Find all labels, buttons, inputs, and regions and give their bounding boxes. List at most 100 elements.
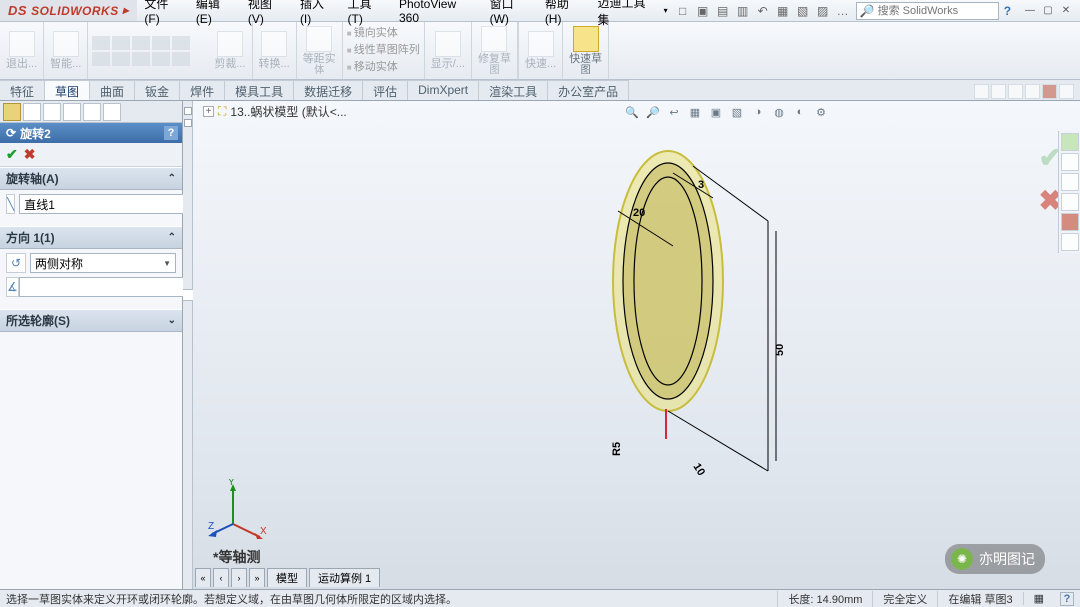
close-button[interactable]: ✕ [1058,4,1074,18]
polygon-icon[interactable] [92,52,110,66]
section-view-icon[interactable]: ▦ [686,103,704,121]
qat-more-icon[interactable]: … [834,2,852,20]
angle-input[interactable] [19,277,184,297]
arc-icon[interactable] [132,36,150,50]
view-orient-icon[interactable]: ▣ [707,103,725,121]
vp-close-icon[interactable] [1059,84,1074,99]
tab-scroll-prev[interactable]: ‹ [213,568,229,587]
vp-four-icon[interactable] [1025,84,1040,99]
tab-scroll-next[interactable]: › [231,568,247,587]
tab-office[interactable]: 办公室产品 [548,80,629,100]
pm-help-icon[interactable]: ? [164,126,178,140]
tp-view-palette-icon[interactable] [1061,193,1079,211]
qat-rebuild-icon[interactable]: ▧ [794,2,812,20]
linear-pattern[interactable]: 线性草图阵列 [347,41,420,57]
ellipse-tool-icon[interactable] [112,52,130,66]
tab-sheetmetal[interactable]: 钣金 [135,80,180,100]
zoom-area-icon[interactable]: 🔎 [644,103,662,121]
qat-new-icon[interactable]: □ [674,2,692,20]
qat-select-icon[interactable]: ▦ [774,2,792,20]
graphics-area[interactable]: + ⛶ 13..蜗状模型 (默认<... 🔍 🔎 ↩ ▦ ▣ ▧ ◑ ◍ ◐ ⚙… [193,101,1080,589]
logo-dropdown-icon[interactable]: ▶ [123,6,130,15]
fm-tab-display-icon[interactable] [83,103,101,121]
menu-overflow-icon[interactable]: ▾ [662,6,670,15]
tab-dimxpert[interactable]: DimXpert [408,80,479,100]
tab-model[interactable]: 模型 [267,568,307,587]
tab-sketch[interactable]: 草图 [45,80,90,100]
angle-icon[interactable]: ∡ [6,277,19,297]
qat-undo-icon[interactable]: ↶ [754,2,772,20]
text-icon[interactable] [172,52,190,66]
pm-section-axis-header[interactable]: 旋转轴(A) ⌃ [0,167,182,190]
ribbon-display[interactable]: 显示/... [425,22,472,79]
tab-weldment[interactable]: 焊件 [180,80,225,100]
spline-icon[interactable] [152,36,170,50]
tab-scroll-first[interactable]: « [195,568,211,587]
tp-appearances-icon[interactable] [1061,213,1079,231]
axis-input[interactable] [19,194,184,214]
display-style-icon[interactable]: ▧ [728,103,746,121]
fm-tab-dimxpert-icon[interactable] [63,103,81,121]
minimize-button[interactable]: — [1022,4,1038,18]
status-help-icon[interactable]: ? [1060,592,1074,606]
vp-fill-icon[interactable] [1042,84,1057,99]
fm-tab-property-icon[interactable] [23,103,41,121]
tab-scroll-last[interactable]: » [249,568,265,587]
tp-custom-props-icon[interactable] [1061,233,1079,251]
vp-single-icon[interactable] [974,84,989,99]
appearance-icon[interactable]: ◍ [770,103,788,121]
search-box[interactable]: 🔎 [856,2,999,20]
axis-select-icon[interactable]: ╲ [6,194,15,214]
ribbon-offset[interactable]: 等距实 体 [297,22,343,79]
rectangle-icon[interactable] [172,36,190,50]
scene-icon[interactable]: ◐ [791,103,809,121]
ribbon-repair[interactable]: 修复草 图 [472,22,518,79]
qat-open-icon[interactable]: ▣ [694,2,712,20]
tab-render[interactable]: 渲染工具 [479,80,548,100]
qat-print-icon[interactable]: ▥ [734,2,752,20]
ribbon-exit[interactable]: 退出... [0,22,44,79]
prev-view-icon[interactable]: ↩ [665,103,683,121]
fm-tab-appearance-icon[interactable] [103,103,121,121]
qat-options-icon[interactable]: ▨ [814,2,832,20]
fm-tab-feature-tree-icon[interactable] [3,103,21,121]
line-icon[interactable] [92,36,110,50]
tab-motion[interactable]: 运动算例 1 [309,568,380,587]
ribbon-quick-sketch[interactable]: 快速草 图 [563,22,609,79]
restore-button[interactable]: ▢ [1040,4,1056,18]
tp-resources-icon[interactable] [1061,133,1079,151]
status-units[interactable]: ▦ [1023,592,1054,605]
ribbon-trim[interactable]: 剪裁... [208,22,252,79]
tab-features[interactable]: 特征 [0,80,45,100]
move-entities[interactable]: 移动实体 [347,58,420,74]
pm-section-contour-header[interactable]: 所选轮廓(S) ⌄ [0,309,182,332]
zoom-fit-icon[interactable]: 🔍 [623,103,641,121]
search-input[interactable] [878,5,995,17]
view-settings-icon[interactable]: ⚙ [812,103,830,121]
pm-section-direction-header[interactable]: 方向 1(1) ⌃ [0,226,182,249]
hide-show-icon[interactable]: ◑ [749,103,767,121]
vp-two-v-icon[interactable] [1008,84,1023,99]
panel-collapse-handle[interactable] [183,101,193,589]
point-icon[interactable] [132,52,150,66]
vp-two-h-icon[interactable] [991,84,1006,99]
pm-ok-button[interactable]: ✔ [6,146,18,163]
mirror-entities[interactable]: 镜向实体 [347,24,420,40]
tp-file-explorer-icon[interactable] [1061,173,1079,191]
help-icon[interactable]: ? [999,2,1016,20]
slot-icon[interactable] [152,52,170,66]
tree-expand-icon[interactable]: + [203,106,214,117]
ribbon-convert[interactable]: 转换... [253,22,297,79]
tp-design-library-icon[interactable] [1061,153,1079,171]
direction-reverse-icon[interactable]: ↺ [6,253,26,273]
fm-tab-config-icon[interactable] [43,103,61,121]
tab-moldtool[interactable]: 模具工具 [225,80,294,100]
tab-migration[interactable]: 数据迁移 [294,80,363,100]
ribbon-rapid[interactable]: 快速... [519,22,563,79]
pm-cancel-button[interactable]: ✖ [24,146,36,163]
ribbon-smart-dim[interactable]: 智能... [44,22,88,79]
tab-surface[interactable]: 曲面 [90,80,135,100]
orientation-triad[interactable]: Y X Z [208,479,268,539]
direction-type-select[interactable]: 两侧对称 ▼ [30,253,176,273]
qat-save-icon[interactable]: ▤ [714,2,732,20]
